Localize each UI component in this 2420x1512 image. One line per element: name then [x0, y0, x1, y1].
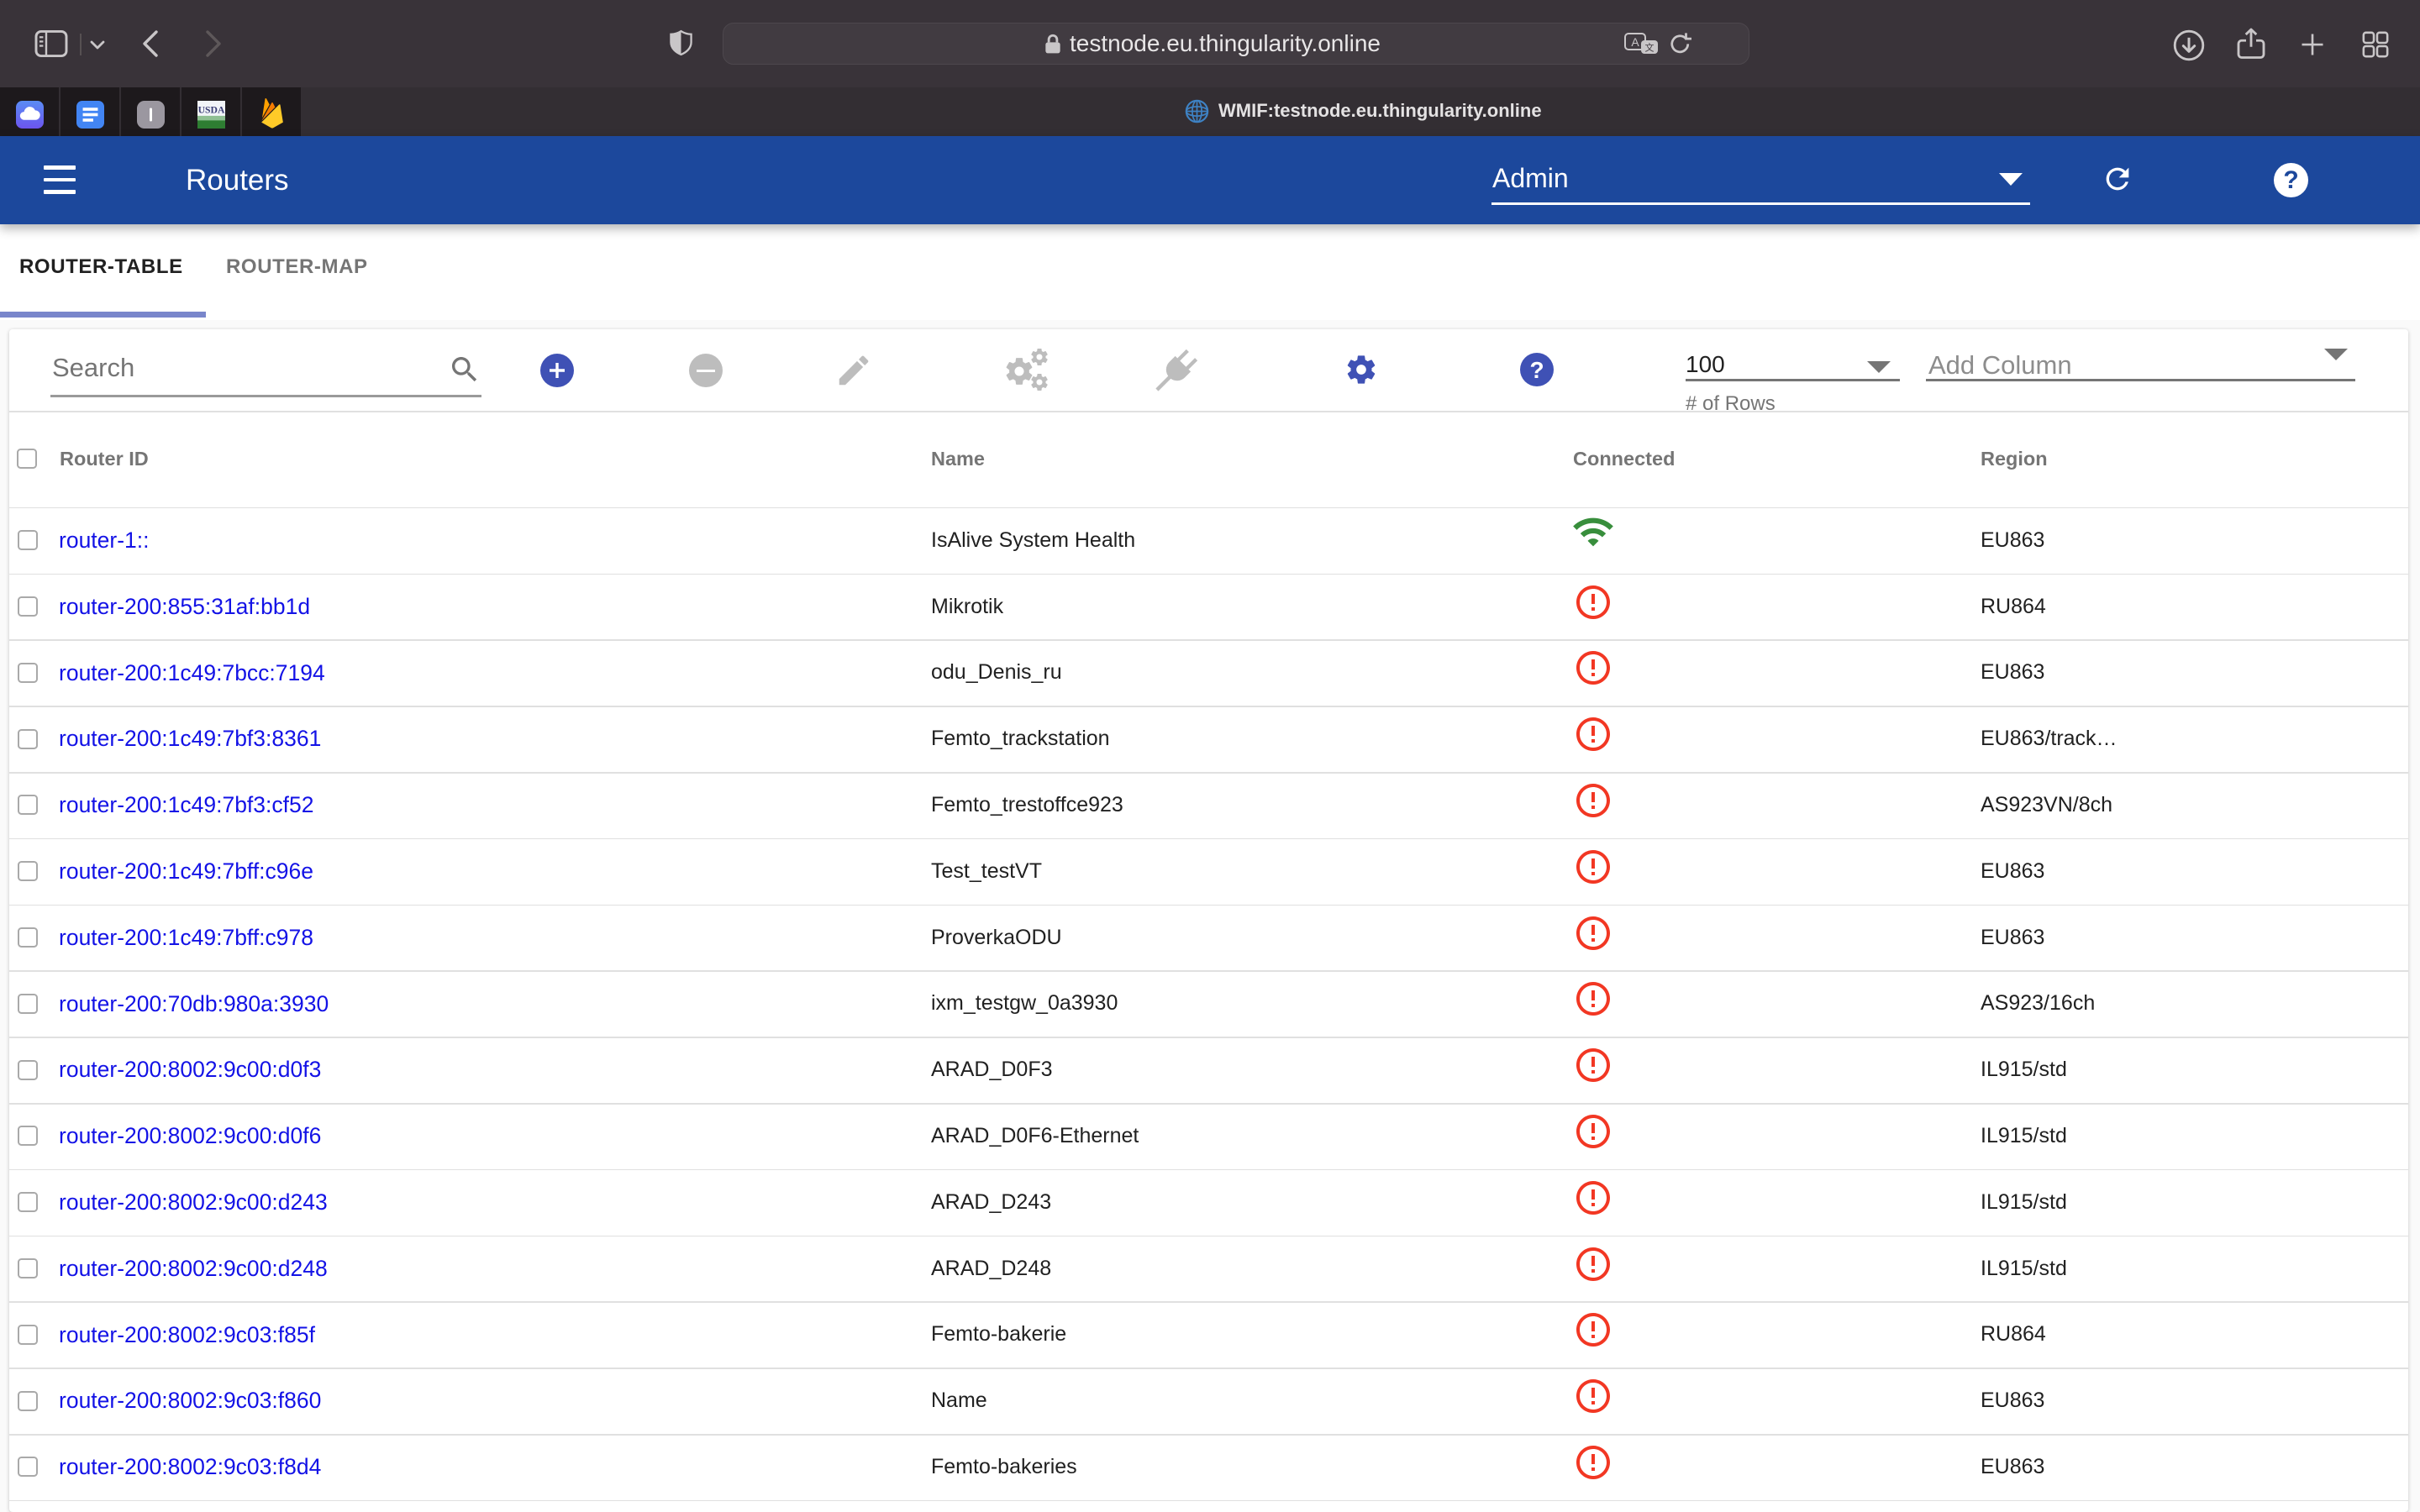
svg-text:USDA: USDA [198, 104, 225, 115]
svg-text:文: 文 [1645, 42, 1655, 54]
svg-text:A: A [1631, 35, 1639, 49]
